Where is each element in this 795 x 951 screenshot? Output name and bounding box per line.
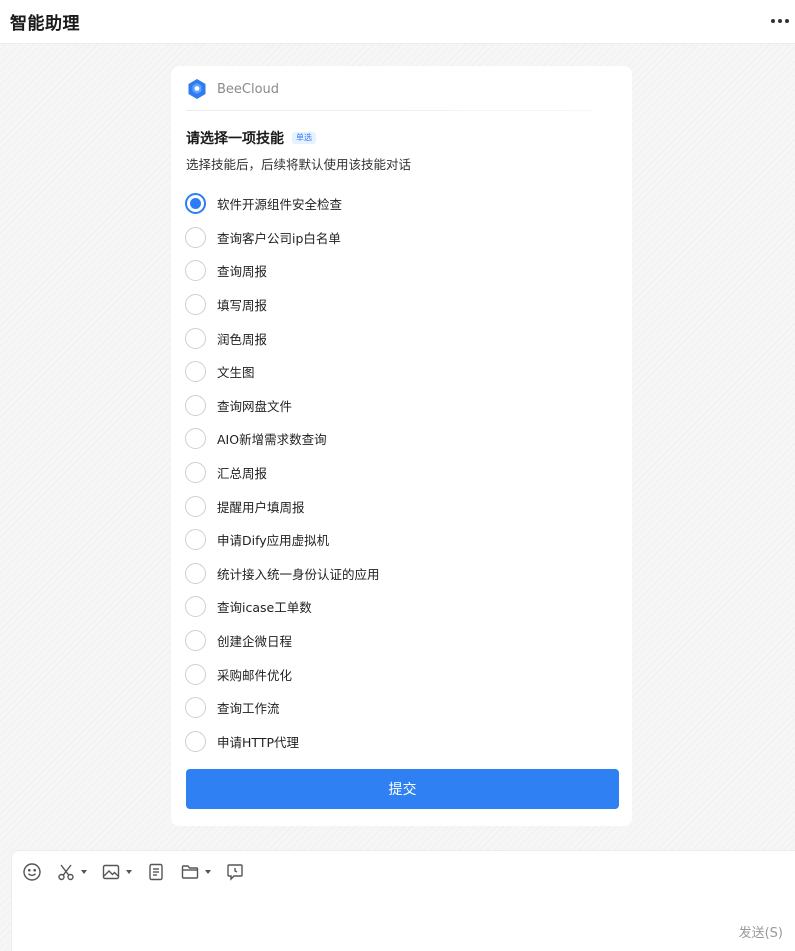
radio-button[interactable] xyxy=(185,294,206,316)
skill-selection-card: BeeCloud 请选择一项技能 单选 选择技能后，后续将默认使用该技能对话 软… xyxy=(171,66,632,826)
more-options-icon[interactable] xyxy=(769,10,791,32)
skill-option[interactable]: 统计接入统一身份认证的应用 xyxy=(185,557,605,591)
emoji-icon xyxy=(23,863,41,881)
radio-button[interactable] xyxy=(185,730,206,752)
divider xyxy=(186,110,591,111)
question-title: 请选择一项技能 xyxy=(186,131,284,147)
option-label: 统计接入统一身份认证的应用 xyxy=(217,566,380,582)
send-button[interactable]: 发送(S) xyxy=(739,922,783,941)
radio-button[interactable] xyxy=(185,596,206,618)
app-header: 智能助理 xyxy=(0,0,795,44)
radio-button[interactable] xyxy=(185,394,206,416)
skill-option[interactable]: 汇总周报 xyxy=(185,456,605,490)
image-button[interactable] xyxy=(101,862,132,882)
skill-option[interactable]: 查询网盘文件 xyxy=(185,389,605,423)
option-label: 查询客户公司ip白名单 xyxy=(217,230,341,246)
option-label: 查询周报 xyxy=(217,264,268,280)
skill-option[interactable]: 润色周报 xyxy=(185,321,605,355)
radio-button[interactable] xyxy=(185,226,206,248)
option-label: AIO新增需求数查询 xyxy=(217,432,327,448)
skill-option[interactable]: 申请Dify应用虚拟机 xyxy=(185,523,605,557)
skill-option[interactable]: 填写周报 xyxy=(185,288,605,322)
skill-option[interactable]: 查询工作流 xyxy=(185,691,605,725)
page-title: 智能助理 xyxy=(10,14,80,34)
skill-option[interactable]: 软件开源组件安全检查 xyxy=(185,187,605,221)
option-label: 文生图 xyxy=(217,365,255,381)
radio-button[interactable] xyxy=(185,462,206,484)
document-icon xyxy=(149,863,163,881)
brand-name: BeeCloud xyxy=(217,81,280,97)
option-label: 提醒用户填周报 xyxy=(217,499,305,515)
option-label: 申请Dify应用虚拟机 xyxy=(217,533,330,549)
skill-option[interactable]: 创建企微日程 xyxy=(185,624,605,658)
message-input[interactable] xyxy=(22,891,715,941)
radio-button[interactable] xyxy=(185,663,206,685)
image-icon xyxy=(102,864,120,880)
radio-button[interactable] xyxy=(185,697,206,719)
screenshot-button[interactable] xyxy=(56,862,87,882)
option-label: 创建企微日程 xyxy=(217,634,293,650)
option-label: 软件开源组件安全检查 xyxy=(217,197,343,213)
option-label: 申请HTTP代理 xyxy=(217,734,299,750)
option-label: 查询工作流 xyxy=(217,701,280,717)
radio-button[interactable] xyxy=(185,562,206,584)
option-label: 查询icase工单数 xyxy=(217,600,312,616)
question-heading: 请选择一项技能 单选 xyxy=(186,128,316,148)
radio-button[interactable] xyxy=(185,327,206,349)
option-label: 查询网盘文件 xyxy=(217,398,293,414)
option-label: 填写周报 xyxy=(217,298,268,314)
radio-button[interactable] xyxy=(185,630,206,652)
option-label: 润色周报 xyxy=(217,331,268,347)
skill-options-list: 软件开源组件安全检查 查询客户公司ip白名单 查询周报 填写周报 润色周报 文生… xyxy=(185,187,605,758)
skill-option[interactable]: 文生图 xyxy=(185,355,605,389)
question-subtitle: 选择技能后，后续将默认使用该技能对话 xyxy=(186,157,412,172)
radio-button[interactable] xyxy=(185,495,206,517)
beecloud-logo-icon xyxy=(188,79,206,99)
single-choice-badge: 单选 xyxy=(292,132,316,144)
message-composer: 发送(S) xyxy=(11,850,795,951)
folder-icon xyxy=(181,865,199,879)
chevron-down-icon[interactable] xyxy=(205,870,211,874)
radio-button[interactable] xyxy=(185,361,206,383)
skill-option[interactable]: 查询客户公司ip白名单 xyxy=(185,221,605,255)
chat-history-icon xyxy=(227,864,243,881)
radio-button[interactable] xyxy=(185,428,206,450)
chat-history-button[interactable] xyxy=(225,862,245,882)
chevron-down-icon[interactable] xyxy=(126,870,132,874)
skill-option[interactable]: 查询周报 xyxy=(185,254,605,288)
radio-button[interactable] xyxy=(185,260,206,282)
option-label: 采购邮件优化 xyxy=(217,667,293,683)
skill-option[interactable]: 采购邮件优化 xyxy=(185,657,605,691)
skill-option[interactable]: 申请HTTP代理 xyxy=(185,725,605,759)
document-button[interactable] xyxy=(146,862,166,882)
skill-option[interactable]: AIO新增需求数查询 xyxy=(185,422,605,456)
radio-button[interactable] xyxy=(185,529,206,551)
scissors-icon xyxy=(58,864,74,881)
chevron-down-icon[interactable] xyxy=(81,870,87,874)
folder-button[interactable] xyxy=(180,862,211,882)
composer-toolbar xyxy=(22,861,259,883)
skill-option[interactable]: 提醒用户填周报 xyxy=(185,489,605,523)
card-header: BeeCloud xyxy=(186,78,279,100)
submit-button[interactable]: 提交 xyxy=(186,769,619,809)
skill-option[interactable]: 查询icase工单数 xyxy=(185,590,605,624)
option-label: 汇总周报 xyxy=(217,466,268,482)
emoji-button[interactable] xyxy=(22,862,42,882)
radio-button[interactable] xyxy=(185,193,206,215)
